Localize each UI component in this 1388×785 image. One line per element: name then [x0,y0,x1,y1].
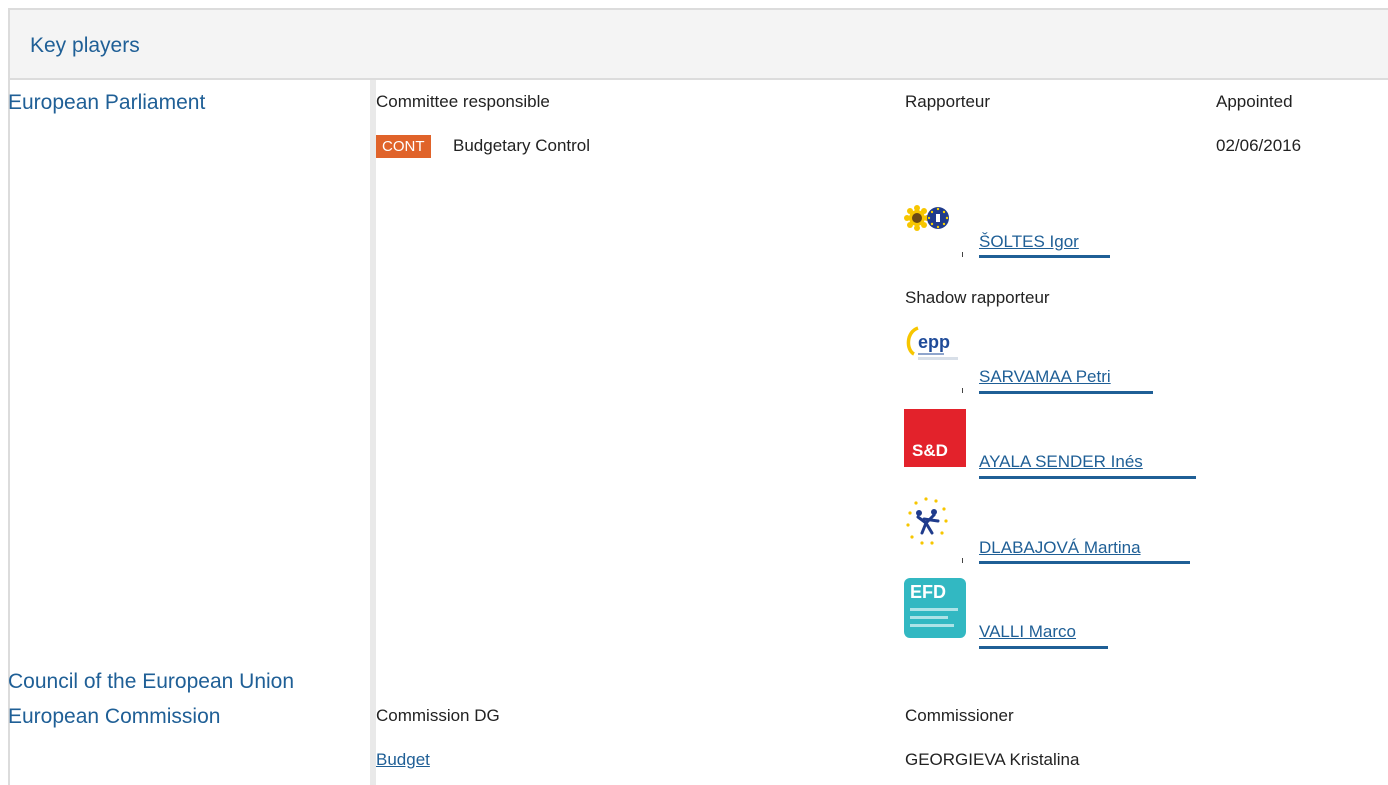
rapporteur-header: Rapporteur [905,92,991,111]
shadow-rapporteur-link[interactable]: AYALA SENDER Inés [979,452,1143,472]
alde-logo-icon [906,497,948,545]
european-parliament-label: European Parliament [8,91,206,114]
shadow-underline-bar [979,476,1196,479]
committee-name: Budgetary Control [453,136,591,155]
appointed-header: Appointed [1216,92,1293,111]
logo-tick [962,388,963,393]
shadow-rapporteur-link[interactable]: VALLI Marco [979,622,1076,642]
key-players-header: Key players [8,10,1388,80]
shadow-underline-bar [979,391,1153,394]
commission-dg-link[interactable]: Budget [376,750,430,770]
shadow-rapporteur-link[interactable]: DLABAJOVÁ Martina [979,538,1141,558]
european-commission-label: European Commission [8,705,221,728]
committee-responsible-header: Committee responsible [376,92,550,111]
rapporteur-underline-bar [979,255,1110,258]
shadow-underline-bar [979,561,1190,564]
logo-tick [962,252,963,257]
appointed-date: 02/06/2016 [1216,136,1302,155]
svg-text:epp: epp [918,332,950,352]
committee-code-badge: CONT [376,135,431,158]
commission-dg-header: Commission DG [376,706,500,725]
logo-tick [962,558,963,563]
epp-logo-icon: epp [906,326,958,360]
shadow-underline-bar [979,646,1108,649]
shadow-rapporteur-link[interactable]: SARVAMAA Petri [979,367,1111,387]
commissioner-name: GEORGIEVA Kristalina [905,750,1080,769]
efdd-logo-icon: EFD [904,578,966,638]
council-label: Council of the European Union [8,670,295,693]
s-and-d-logo-icon: S&D [904,409,966,467]
column-divider [370,80,376,785]
section-title: Key players [30,34,140,57]
rapporteur-link[interactable]: ŠOLTES Igor [979,232,1079,252]
commissioner-header: Commissioner [905,706,1014,725]
greens-efa-logo-icon [904,205,949,231]
shadow-rapporteur-header: Shadow rapporteur [905,288,1050,307]
